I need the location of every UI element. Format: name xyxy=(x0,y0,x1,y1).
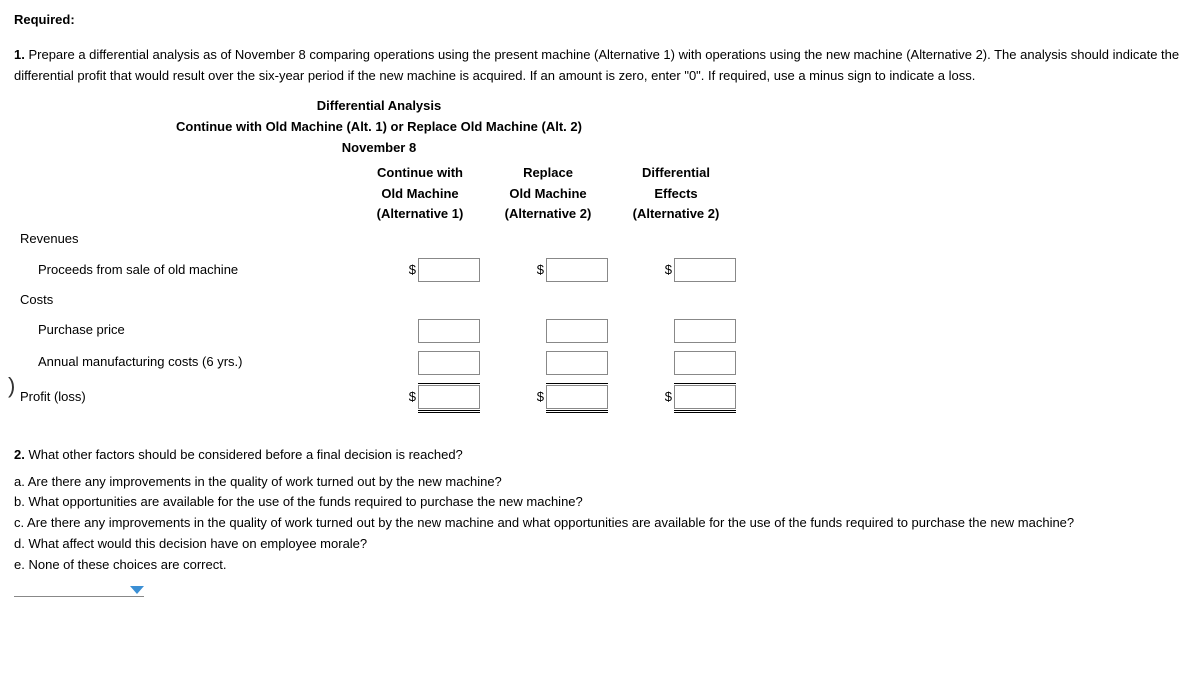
currency-symbol: $ xyxy=(665,387,672,408)
input-proceeds-diff[interactable] xyxy=(674,258,736,282)
q1-number: 1. xyxy=(14,47,25,62)
opt-text: Are there any improvements in the qualit… xyxy=(28,474,502,489)
col2-l2: Old Machine xyxy=(490,184,606,205)
input-annual-alt1[interactable] xyxy=(418,351,480,375)
q2-option-c[interactable]: c. Are there any improvements in the qua… xyxy=(14,513,1190,534)
row-revenues: Revenues xyxy=(16,225,356,254)
row-costs: Costs xyxy=(16,286,356,315)
col1-l3: (Alternative 1) xyxy=(362,204,478,225)
q2-option-d[interactable]: d. What affect would this decision have … xyxy=(14,534,1190,555)
col-header-2: Replace Old Machine (Alternative 2) xyxy=(484,163,612,225)
opt-letter: d. xyxy=(14,536,25,551)
footer-expand[interactable] xyxy=(14,586,144,597)
col-header-3: Differential Effects (Alternative 2) xyxy=(612,163,740,225)
opt-letter: b. xyxy=(14,494,25,509)
q1-body: Prepare a differential analysis as of No… xyxy=(14,47,1179,83)
side-paren-icon: ) xyxy=(8,368,15,403)
col3-l1: Differential xyxy=(618,163,734,184)
opt-text: What opportunities are available for the… xyxy=(28,494,582,509)
currency-symbol: $ xyxy=(665,260,672,281)
col2-l3: (Alternative 2) xyxy=(490,204,606,225)
question-2: 2. What other factors should be consider… xyxy=(14,445,1190,576)
currency-symbol: $ xyxy=(537,260,544,281)
input-purchase-alt1[interactable] xyxy=(418,319,480,343)
currency-symbol: $ xyxy=(537,387,544,408)
analysis-title: Differential Analysis xyxy=(24,96,734,117)
col2-l1: Replace xyxy=(490,163,606,184)
input-profit-diff[interactable] xyxy=(674,385,736,409)
input-proceeds-alt1[interactable] xyxy=(418,258,480,282)
col1-l1: Continue with xyxy=(362,163,478,184)
row-annual: Annual manufacturing costs (6 yrs.) xyxy=(16,347,356,379)
q2-option-b[interactable]: b. What opportunities are available for … xyxy=(14,492,1190,513)
q2-text: What other factors should be considered … xyxy=(28,447,462,462)
opt-text: What affect would this decision have on … xyxy=(28,536,367,551)
input-proceeds-alt2[interactable] xyxy=(546,258,608,282)
input-annual-alt2[interactable] xyxy=(546,351,608,375)
row-purchase: Purchase price xyxy=(16,315,356,347)
analysis-subtitle: Continue with Old Machine (Alt. 1) or Re… xyxy=(24,117,734,138)
chevron-down-icon xyxy=(130,586,144,594)
row-proceeds: Proceeds from sale of old machine xyxy=(16,254,356,286)
input-purchase-alt2[interactable] xyxy=(546,319,608,343)
input-profit-alt2[interactable] xyxy=(546,385,608,409)
q2-options: a. Are there any improvements in the qua… xyxy=(14,472,1190,576)
currency-symbol: $ xyxy=(409,387,416,408)
col3-l2: Effects xyxy=(618,184,734,205)
input-profit-alt1[interactable] xyxy=(418,385,480,409)
opt-letter: e. xyxy=(14,557,25,572)
col-header-1: Continue with Old Machine (Alternative 1… xyxy=(356,163,484,225)
input-annual-diff[interactable] xyxy=(674,351,736,375)
row-profit: Profit (loss) xyxy=(16,379,356,417)
q2-number: 2. xyxy=(14,447,25,462)
input-purchase-diff[interactable] xyxy=(674,319,736,343)
col1-l2: Old Machine xyxy=(362,184,478,205)
analysis-table: Continue with Old Machine (Alternative 1… xyxy=(16,163,740,417)
opt-letter: c. xyxy=(14,515,24,530)
col3-l3: (Alternative 2) xyxy=(618,204,734,225)
q2-option-e[interactable]: e. None of these choices are correct. xyxy=(14,555,1190,576)
opt-letter: a. xyxy=(14,474,25,489)
currency-symbol: $ xyxy=(409,260,416,281)
q2-option-a[interactable]: a. Are there any improvements in the qua… xyxy=(14,472,1190,493)
required-heading: Required: xyxy=(14,10,1190,31)
question-1-text: 1. Prepare a differential analysis as of… xyxy=(14,45,1190,87)
opt-text: Are there any improvements in the qualit… xyxy=(27,515,1074,530)
opt-text: None of these choices are correct. xyxy=(28,557,226,572)
analysis-date: November 8 xyxy=(24,138,734,159)
